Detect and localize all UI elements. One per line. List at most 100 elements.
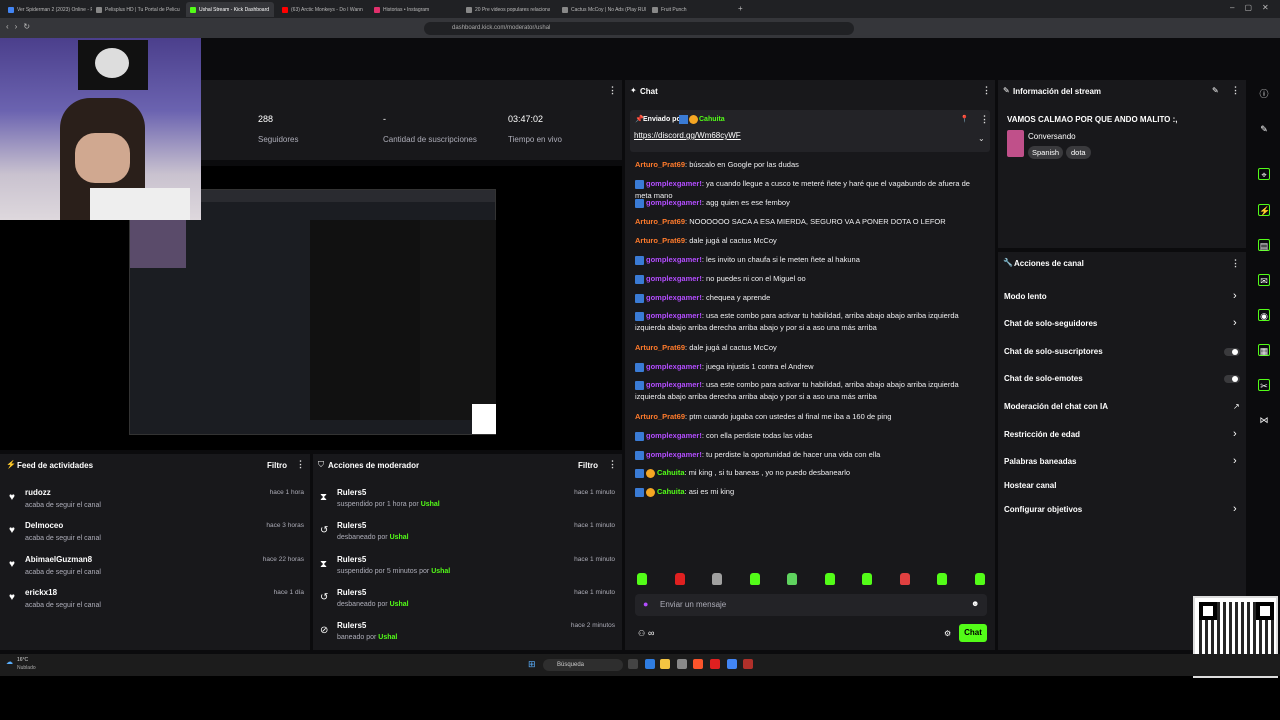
users-icon[interactable]: ⚇ — [638, 629, 645, 638]
external-link-icon[interactable]: ↗ — [1233, 402, 1240, 411]
emote-icon[interactable] — [975, 573, 985, 585]
chat-username[interactable]: Arturo_Prat69 — [635, 160, 685, 169]
chevron-right-icon[interactable]: › — [1233, 290, 1237, 302]
emote-icon[interactable] — [825, 573, 835, 585]
browser-tab[interactable]: (63) Arctic Monkeys - Do I Wann — [278, 2, 366, 17]
grid-icon[interactable]: ▦ — [1258, 344, 1270, 356]
edit-icon[interactable]: ✎ — [1212, 86, 1219, 95]
emote-icon[interactable] — [712, 573, 722, 585]
address-bar[interactable]: dashboard.kick.com/moderator/ushal — [424, 22, 854, 35]
emote-icon[interactable] — [787, 573, 797, 585]
emote-icon[interactable] — [900, 573, 910, 585]
feed-username[interactable]: AbimaelGuzman8 — [25, 555, 92, 564]
windows-start-icon[interactable]: ⊞ — [528, 659, 536, 670]
unpin-icon[interactable]: 📍 — [960, 115, 969, 123]
send-chat-button[interactable]: Chat — [959, 624, 987, 642]
mod-filter-button[interactable]: Filtro — [578, 461, 598, 470]
channel-action-item[interactable]: Chat de solo-suscriptores — [1004, 347, 1103, 356]
target-icon[interactable]: ⌖ — [1258, 168, 1270, 180]
chat-username[interactable]: Cahuita — [657, 487, 685, 496]
channel-action-item[interactable]: Moderación del chat con IA — [1004, 402, 1108, 411]
taskbar-app-icon[interactable] — [677, 659, 687, 669]
pencil-icon[interactable]: ✎ — [1258, 123, 1270, 135]
channel-action-item[interactable]: Restricción de edad — [1004, 430, 1080, 439]
chat-username[interactable]: gomplexgamer! — [646, 198, 702, 207]
mod-target-user[interactable]: Rulers5 — [337, 588, 366, 597]
emote-icon[interactable] — [675, 573, 685, 585]
broadcast-icon[interactable]: ◉ — [1258, 309, 1270, 321]
tag-spanish[interactable]: Spanish — [1028, 146, 1064, 159]
browser-tab[interactable]: Pelisplus HD | Tu Portal de Peliculas — [92, 2, 180, 17]
mic-icon[interactable]: ● — [643, 599, 648, 609]
chat-input-placeholder[interactable]: Enviar un mensaje — [660, 600, 726, 609]
weather-icon[interactable]: ☁ — [6, 658, 13, 666]
toggle-switch[interactable] — [1224, 375, 1240, 383]
chevron-right-icon[interactable]: › — [1233, 455, 1237, 467]
chat-username[interactable]: gomplexgamer! — [646, 311, 702, 320]
chevron-down-icon[interactable]: ⌄ — [978, 134, 985, 143]
taskbar-app-icon[interactable] — [727, 659, 737, 669]
chat-username[interactable]: Arturo_Prat69 — [635, 412, 685, 421]
taskbar-search[interactable]: Búsqueda — [543, 659, 623, 671]
taskbar-app-icon[interactable] — [710, 659, 720, 669]
chat-username[interactable]: gomplexgamer! — [646, 179, 702, 188]
chat-username[interactable]: gomplexgamer! — [646, 380, 702, 389]
mod-menu-icon[interactable]: ⋮ — [608, 459, 617, 470]
mod-target-user[interactable]: Rulers5 — [337, 521, 366, 530]
chat-username[interactable]: gomplexgamer! — [646, 362, 702, 371]
info-icon[interactable]: ⓘ — [1258, 88, 1270, 100]
chat-username[interactable]: gomplexgamer! — [646, 450, 702, 459]
moderator-name[interactable]: Ushal — [421, 501, 440, 508]
feed-username[interactable]: rudozz — [25, 488, 51, 497]
moderator-name[interactable]: Ushal — [431, 568, 450, 575]
pinned-menu-icon[interactable]: ⋮ — [980, 114, 989, 125]
taskbar-app-icon[interactable] — [743, 659, 753, 669]
browser-tab[interactable]: Ver Spiderman 2 (2023) Online - Pe — [4, 2, 92, 17]
chat-menu-icon[interactable]: ⋮ — [982, 85, 991, 96]
browser-tab[interactable]: Fruit Punch — [648, 2, 728, 17]
channel-action-item[interactable]: Modo lento — [1004, 292, 1047, 301]
chevron-right-icon[interactable]: › — [1233, 317, 1237, 329]
emote-icon[interactable] — [750, 573, 760, 585]
activity-menu-icon[interactable]: ⋮ — [296, 459, 305, 470]
stream-info-menu-icon[interactable]: ⋮ — [1231, 85, 1240, 96]
chat-bubble-icon[interactable]: ✉ — [1258, 274, 1270, 286]
channel-action-item[interactable]: Hostear canal — [1004, 481, 1056, 490]
emote-icon[interactable] — [637, 573, 647, 585]
feed-username[interactable]: erickx18 — [25, 588, 57, 597]
channel-action-item[interactable]: Chat de solo-emotes — [1004, 374, 1083, 383]
channel-actions-menu-icon[interactable]: ⋮ — [1231, 258, 1240, 269]
nav-buttons[interactable]: ‹›↻ — [6, 22, 36, 31]
emoji-icon[interactable]: ☻ — [971, 599, 979, 608]
taskbar-app-icon[interactable] — [693, 659, 703, 669]
chat-username[interactable]: Arturo_Prat69 — [635, 343, 685, 352]
file-icon[interactable]: ▤ — [1258, 239, 1270, 251]
channel-action-item[interactable]: Palabras baneadas — [1004, 457, 1076, 466]
share-icon[interactable]: ⋈ — [1258, 414, 1270, 426]
mod-target-user[interactable]: Rulers5 — [337, 488, 366, 497]
mod-target-user[interactable]: Rulers5 — [337, 621, 366, 630]
toggle-switch[interactable] — [1224, 348, 1240, 356]
tag-dota[interactable]: dota — [1066, 146, 1091, 159]
chat-username[interactable]: Arturo_Prat69 — [635, 217, 685, 226]
tools-icon[interactable]: ✂ — [1258, 379, 1270, 391]
chat-username[interactable]: gomplexgamer! — [646, 293, 702, 302]
emote-icon[interactable] — [862, 573, 872, 585]
feed-username[interactable]: Delmoceo — [25, 521, 63, 530]
emote-icon[interactable] — [937, 573, 947, 585]
chat-username[interactable]: gomplexgamer! — [646, 431, 702, 440]
stats-menu-icon[interactable]: ⋮ — [608, 85, 617, 96]
taskbar-app-icon[interactable] — [628, 659, 638, 669]
browser-tab[interactable]: Historias • Instagram — [370, 2, 458, 17]
window-controls[interactable]: –▢✕ — [1230, 3, 1279, 12]
chat-username[interactable]: gomplexgamer! — [646, 274, 702, 283]
chat-username[interactable]: Cahuita — [657, 468, 685, 477]
chevron-right-icon[interactable]: › — [1233, 503, 1237, 515]
pinned-link[interactable]: https://discord.gg/Wm68cyWF — [634, 131, 741, 140]
taskbar-app-icon[interactable] — [660, 659, 670, 669]
mod-target-user[interactable]: Rulers5 — [337, 555, 366, 564]
moderator-name[interactable]: Ushal — [390, 534, 409, 541]
pinned-user[interactable]: Cahuita — [699, 116, 725, 123]
category-name[interactable]: Conversando — [1028, 132, 1076, 141]
taskbar-app-icon[interactable] — [645, 659, 655, 669]
